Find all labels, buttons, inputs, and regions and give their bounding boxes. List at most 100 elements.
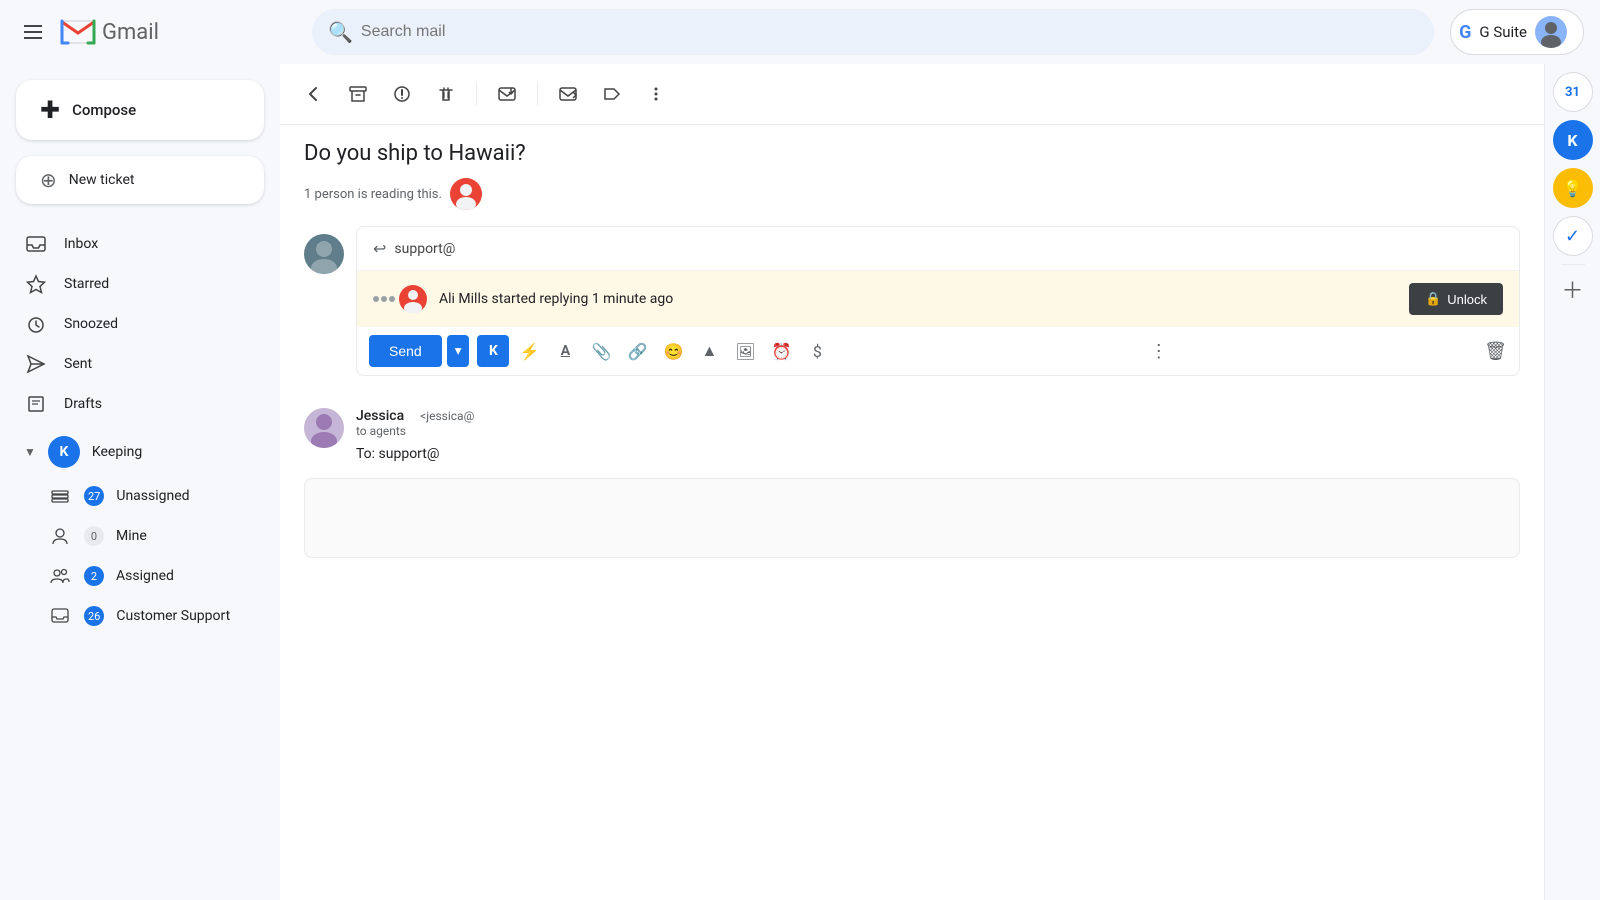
- sidebar-item-mine[interactable]: 0 Mine: [0, 516, 264, 556]
- new-ticket-button[interactable]: ⊕ New ticket: [16, 156, 264, 204]
- search-input[interactable]: [361, 23, 1418, 41]
- email-body-preview: To: support@: [356, 446, 1520, 462]
- sender-info: Jessica <jessica@ to agents To: support@: [356, 408, 1520, 462]
- main-layout: ✚ Compose ⊕ New ticket Inbox Starred: [0, 64, 1600, 900]
- dot-3: [389, 296, 395, 302]
- email-container: Do you ship to Hawaii? 1 person is readi…: [280, 125, 1544, 590]
- menu-icon[interactable]: [16, 17, 50, 47]
- sidebar-item-drafts[interactable]: Drafts: [0, 384, 264, 424]
- unlock-label: Unlock: [1447, 292, 1487, 307]
- gsuite-g-icon: G: [1459, 22, 1471, 43]
- sidebar-item-snoozed[interactable]: Snoozed: [0, 304, 264, 344]
- delete-button[interactable]: [428, 76, 464, 112]
- sidebar-item-unassigned[interactable]: 27 Unassigned: [0, 476, 264, 516]
- drive-button[interactable]: ▲: [693, 335, 725, 367]
- sidebar-item-customer-support[interactable]: 26 Customer Support: [0, 596, 264, 636]
- keeping-k-icon: K: [489, 343, 498, 359]
- gmail-text-label: Gmail: [102, 20, 159, 45]
- composer-avatar: [304, 234, 344, 274]
- inbox-icon: [24, 234, 48, 254]
- collision-text: Ali Mills started replying 1 minute ago: [439, 291, 1397, 307]
- image-button[interactable]: 🖼: [729, 335, 761, 367]
- tasks-icon[interactable]: 💡: [1553, 168, 1593, 208]
- format-text-button[interactable]: A: [549, 335, 581, 367]
- move-to-button[interactable]: [550, 76, 586, 112]
- reply-to-field[interactable]: support@: [394, 241, 1503, 257]
- new-ticket-plus-icon: ⊕: [40, 168, 57, 192]
- compose-button[interactable]: ✚ Compose: [16, 80, 264, 140]
- sidebar-assigned-label: Assigned: [116, 568, 174, 584]
- reply-icon: ↩: [373, 239, 386, 258]
- reading-indicator-text: 1 person is reading this.: [304, 187, 442, 202]
- gmail-logo: Gmail: [58, 17, 159, 47]
- send-button[interactable]: Send: [369, 335, 442, 367]
- lock-icon: 🔒: [1425, 291, 1441, 307]
- send-icon: [24, 354, 48, 374]
- clock-button[interactable]: ⏰: [765, 335, 797, 367]
- keeping-section-label: Keeping: [92, 444, 142, 460]
- gsuite-button[interactable]: G G Suite: [1450, 9, 1584, 55]
- sender-to-label: to agents: [356, 424, 1520, 438]
- spam-button[interactable]: [384, 76, 420, 112]
- gsuite-label: G Suite: [1479, 23, 1527, 41]
- topbar-right: G G Suite: [1450, 9, 1584, 55]
- email-thread: Jessica <jessica@ to agents To: support@: [304, 408, 1520, 574]
- compose-label: Compose: [72, 101, 136, 119]
- keeping-section-header[interactable]: ▼ K Keeping: [0, 428, 264, 476]
- toolbar-separator-2: [537, 82, 538, 106]
- unassigned-badge: 27: [84, 486, 104, 506]
- draft-icon: [24, 394, 48, 414]
- reply-compose-box: ↩ support@: [356, 226, 1520, 376]
- sidebar-snoozed-label: Snoozed: [64, 316, 248, 332]
- toolbar-separator: [476, 82, 477, 106]
- content-area: Do you ship to Hawaii? 1 person is readi…: [280, 64, 1544, 900]
- mark-unread-button[interactable]: [489, 76, 525, 112]
- reply-discard-button[interactable]: 🗑: [1484, 341, 1507, 362]
- sidebar-starred-label: Starred: [64, 276, 248, 292]
- sidebar-unassigned-label: Unassigned: [116, 488, 189, 504]
- sidebar-drafts-label: Drafts: [64, 396, 248, 412]
- star-icon: [24, 274, 48, 294]
- sidebar-item-assigned[interactable]: 2 Assigned: [0, 556, 264, 596]
- back-button[interactable]: [296, 76, 332, 112]
- customer-support-badge: 26: [84, 606, 104, 626]
- attach-button[interactable]: 📎: [585, 335, 617, 367]
- sidebar-customer-support-label: Customer Support: [116, 608, 230, 624]
- label-button[interactable]: [594, 76, 630, 112]
- inbox-sub-icon: [48, 604, 72, 628]
- user-avatar: [1535, 16, 1567, 48]
- topbar-left: Gmail: [16, 17, 296, 47]
- calendar-icon[interactable]: 31: [1553, 72, 1593, 112]
- keeping-logo-icon: K: [48, 436, 80, 468]
- search-bar[interactable]: 🔍: [312, 9, 1434, 55]
- add-widget-button[interactable]: ＋: [1561, 273, 1583, 305]
- assigned-badge: 2: [84, 566, 104, 586]
- gmail-m-icon: [58, 17, 98, 47]
- sidebar-item-inbox[interactable]: Inbox: [0, 224, 264, 264]
- sender-name: Jessica: [356, 408, 404, 424]
- more-options-button[interactable]: [638, 76, 674, 112]
- reader-avatar: [450, 178, 482, 210]
- compose-plus-icon: ✚: [40, 96, 60, 124]
- sidebar-inbox-label: Inbox: [64, 236, 248, 252]
- bolt-button[interactable]: ⚡: [513, 335, 545, 367]
- sidebar-item-sent[interactable]: Sent: [0, 344, 264, 384]
- link-button[interactable]: 🔗: [621, 335, 653, 367]
- reply-more-button[interactable]: ⋮: [1150, 341, 1168, 362]
- send-dropdown-button[interactable]: ▾: [447, 335, 470, 367]
- collision-warning: Ali Mills started replying 1 minute ago …: [357, 271, 1519, 327]
- topbar: Gmail 🔍 G G Suite: [0, 0, 1600, 64]
- sidebar-item-starred[interactable]: Starred: [0, 264, 264, 304]
- checkmark-icon[interactable]: ✓: [1553, 216, 1593, 256]
- unlock-button[interactable]: 🔒 Unlock: [1409, 283, 1503, 315]
- clock-icon: [24, 314, 48, 334]
- email-toolbar: [280, 64, 1544, 125]
- archive-button[interactable]: [340, 76, 376, 112]
- dollar-button[interactable]: $: [801, 335, 833, 367]
- jessica-avatar: [304, 408, 344, 448]
- collision-avatars: [373, 285, 427, 313]
- keeping-send-button[interactable]: K: [477, 335, 509, 367]
- emoji-button[interactable]: 😊: [657, 335, 689, 367]
- chevron-down-icon: ▼: [24, 445, 36, 459]
- keeping-right-icon[interactable]: K: [1553, 120, 1593, 160]
